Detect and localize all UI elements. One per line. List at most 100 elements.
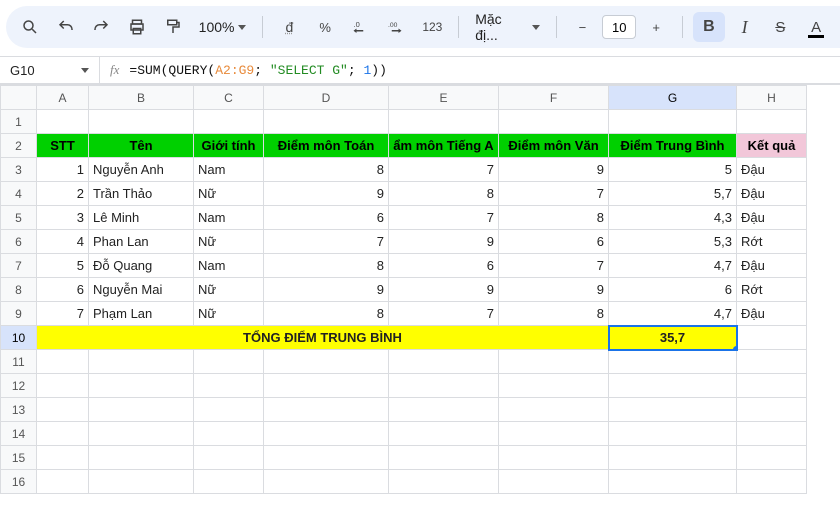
cell[interactable]: 9 [264,278,389,302]
cell[interactable] [737,110,807,134]
cell[interactable] [389,422,499,446]
cell[interactable] [194,446,264,470]
cell[interactable]: 6 [389,254,499,278]
cell[interactable]: 7 [389,206,499,230]
cell[interactable] [499,422,609,446]
row-header[interactable]: 14 [1,422,37,446]
percent-button[interactable]: % [309,12,341,42]
cell[interactable]: Nguyễn Anh [89,158,194,182]
row-header[interactable]: 7 [1,254,37,278]
cell[interactable] [264,446,389,470]
cell[interactable] [37,350,89,374]
cell[interactable] [37,398,89,422]
row-header[interactable]: 16 [1,470,37,494]
cell[interactable] [389,374,499,398]
cell[interactable] [264,470,389,494]
cell[interactable]: 6 [499,230,609,254]
cell[interactable]: STT [37,134,89,158]
cell[interactable] [389,470,499,494]
cell[interactable] [194,398,264,422]
row-header[interactable]: 11 [1,350,37,374]
cell[interactable]: 9 [264,182,389,206]
cell[interactable]: 6 [37,278,89,302]
row-header[interactable]: 12 [1,374,37,398]
cell[interactable]: ẩm môn Tiếng A [389,134,499,158]
cell[interactable] [499,446,609,470]
cell[interactable] [37,470,89,494]
cell[interactable]: 8 [264,158,389,182]
text-color-button[interactable]: A [800,12,832,42]
cell[interactable]: Đậu [737,206,807,230]
cell[interactable]: 8 [499,206,609,230]
bold-button[interactable]: B [693,12,725,42]
cell[interactable]: Kết quả [737,134,807,158]
print-icon[interactable] [121,12,153,42]
cell[interactable]: 5 [37,254,89,278]
cell[interactable]: 9 [499,278,609,302]
cell[interactable] [264,374,389,398]
row-header[interactable]: 4 [1,182,37,206]
increase-decimal-icon[interactable]: .00 [381,12,413,42]
cell[interactable]: Giới tính [194,134,264,158]
cell[interactable]: 4,7 [609,302,737,326]
cell[interactable] [89,422,194,446]
cell[interactable] [737,470,807,494]
cell[interactable]: 7 [389,158,499,182]
cell[interactable] [389,350,499,374]
cell[interactable]: 9 [389,230,499,254]
cell[interactable] [89,398,194,422]
cell[interactable]: Lê Minh [89,206,194,230]
format-123-button[interactable]: 123 [416,12,448,42]
cell[interactable]: Nam [194,206,264,230]
cell[interactable] [37,422,89,446]
cell[interactable]: Nữ [194,302,264,326]
select-all-corner[interactable] [1,86,37,110]
cell[interactable] [737,422,807,446]
cell[interactable]: Điểm môn Toán [264,134,389,158]
cell[interactable] [609,470,737,494]
cell[interactable]: 8 [389,182,499,206]
cell[interactable]: Tên [89,134,194,158]
font-select[interactable]: Mặc đị... [469,12,545,42]
font-size-decrease[interactable]: − [567,12,599,42]
col-header[interactable]: C [194,86,264,110]
cell[interactable] [389,446,499,470]
cell[interactable] [737,446,807,470]
currency-button[interactable]: đ [273,12,305,42]
cell-name-box[interactable]: G10 [0,57,100,83]
cell[interactable]: 4 [37,230,89,254]
spreadsheet-grid[interactable]: A B C D E F G H 1 2 STT Tên Giới tính Đi… [0,84,840,494]
cell[interactable] [499,398,609,422]
cell[interactable]: Đỗ Quang [89,254,194,278]
italic-button[interactable]: I [729,12,761,42]
cell[interactable] [194,110,264,134]
cell[interactable]: Đậu [737,158,807,182]
cell[interactable]: 1 [37,158,89,182]
cell[interactable]: 7 [37,302,89,326]
cell[interactable] [89,446,194,470]
decrease-decimal-icon[interactable]: .0 [345,12,377,42]
cell[interactable] [737,350,807,374]
cell[interactable] [194,422,264,446]
row-header[interactable]: 6 [1,230,37,254]
cell[interactable]: Phan Lan [89,230,194,254]
cell[interactable]: 8 [264,302,389,326]
cell[interactable]: 5,7 [609,182,737,206]
cell[interactable]: Nữ [194,230,264,254]
cell[interactable] [737,326,807,350]
cell[interactable] [499,350,609,374]
cell[interactable]: 5,3 [609,230,737,254]
cell[interactable] [609,110,737,134]
cell[interactable]: Nguyễn Mai [89,278,194,302]
zoom-select[interactable]: 100% [193,12,253,42]
col-header[interactable]: E [389,86,499,110]
cell[interactable] [737,398,807,422]
cell[interactable]: Nữ [194,278,264,302]
font-size-increase[interactable]: + [640,12,672,42]
col-header[interactable]: F [499,86,609,110]
row-header[interactable]: 15 [1,446,37,470]
search-icon[interactable] [14,12,46,42]
cell[interactable] [264,398,389,422]
row-header[interactable]: 3 [1,158,37,182]
cell[interactable]: Đậu [737,302,807,326]
